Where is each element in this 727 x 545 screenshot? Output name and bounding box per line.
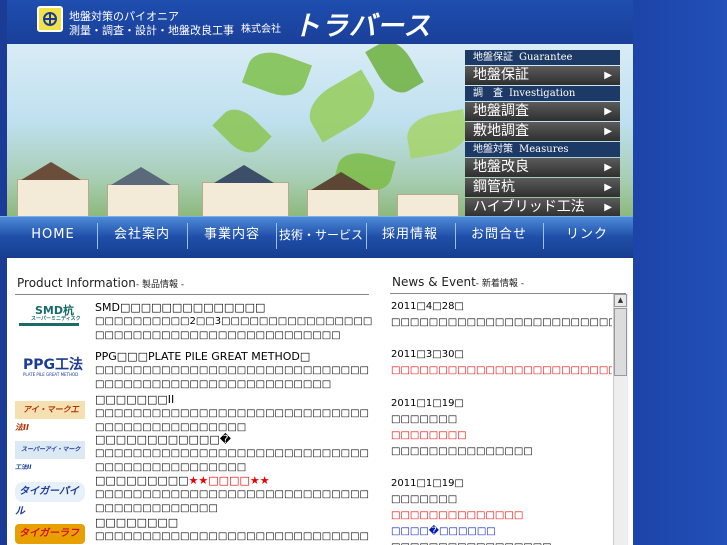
product-title[interactable]: SMD□□□□□□□□□□□□□□ bbox=[95, 301, 265, 314]
side-menu: 地盤保証 Guarantee 地盤保証 ▶ 調 査 Investigation 地盤調… bbox=[465, 50, 620, 217]
product-desc: □□□□□□□□□□□□□□□□□□□□□□□□□□□□□□□□□□□□□□□□… bbox=[95, 408, 369, 433]
tiger-raft-logo[interactable]: タイガーラフト bbox=[15, 524, 85, 544]
news-title[interactable]: □□□□□□□□□□□□□□□ bbox=[391, 446, 533, 457]
page: 地盤対策のパイオニア 測量・調査・設計・地盤改良工事 株式会社 トラバース 地盤… bbox=[0, 0, 727, 545]
product-divider bbox=[15, 294, 369, 295]
global-nav: HOME 会社案内 事業内容 技術・サービス 採用情報 お問合せ リンク bbox=[0, 216, 633, 257]
product-desc: □□□□□□□□□□□□□□□□□□□□□□□□□□□□□□□□□□□□□□□□… bbox=[95, 489, 369, 514]
news-title[interactable]: □□□□□□□□ bbox=[391, 430, 467, 441]
i-mark-method-logo[interactable]: アイ・マーク工法II bbox=[15, 401, 85, 432]
news-title[interactable]: □□□□�□□□□□□ bbox=[391, 526, 496, 537]
news-date: 2011□4□28□ bbox=[391, 301, 464, 312]
nav-technology[interactable]: 技術・サービス bbox=[278, 217, 364, 255]
menu-item-ground-improvement[interactable]: 地盤改良 ▶ bbox=[465, 158, 620, 177]
section-investigation: 調 査 Investigation bbox=[465, 86, 620, 101]
news-date: 2011□1□19□ bbox=[391, 398, 464, 409]
menu-item-steel-pipe-pile[interactable]: 鋼管杭 ▶ bbox=[465, 178, 620, 197]
arrow-right-icon: ▶ bbox=[604, 202, 612, 213]
corp-label: 株式会社 bbox=[241, 24, 281, 35]
product-desc: □□□□□□□□□□□□□□□□□□□□□□□□□□□□□□□□□□□□□□□□… bbox=[95, 365, 369, 390]
nav-divider bbox=[543, 223, 544, 249]
arrow-right-icon: ▶ bbox=[604, 182, 612, 193]
product-title[interactable]: □□□□□□□II bbox=[95, 393, 174, 406]
nav-recruit[interactable]: 採用情報 bbox=[368, 217, 452, 255]
super-i-mark-method-logo[interactable]: スーパーアイ・マーク工法II bbox=[15, 441, 85, 471]
tiger-pile-logo[interactable]: タイガーパイル bbox=[15, 482, 85, 517]
scroll-thumb[interactable] bbox=[614, 308, 627, 376]
nav-contact[interactable]: お問合せ bbox=[457, 217, 541, 255]
product-heading: Product Information- 製品情報 - bbox=[17, 276, 185, 290]
menu-item-site-survey[interactable]: 敷地調査 ▶ bbox=[465, 122, 620, 141]
nav-divider bbox=[187, 223, 188, 249]
nav-divider bbox=[97, 223, 98, 249]
nav-divider bbox=[366, 223, 367, 249]
product-title[interactable]: □□□□□□□□□★★□□□□★★ bbox=[95, 474, 270, 487]
menu-item-hybrid-method[interactable]: ハイブリッド工法 ▶ bbox=[465, 198, 620, 217]
arrow-right-icon: ▶ bbox=[604, 106, 612, 117]
product-title[interactable]: □□□□□□□□ bbox=[95, 516, 178, 529]
product-desc: □□□□□□□□□□2□□3□□□□□□□□□□□□□□□□□□□□□□□□□□… bbox=[95, 316, 373, 341]
brand-name[interactable]: トラバース bbox=[293, 4, 431, 43]
nav-links[interactable]: リンク bbox=[545, 217, 629, 255]
news-scrollbar[interactable]: ▲ bbox=[613, 294, 628, 545]
news-list[interactable]: 2011□4□28□ □□□□□□□□□□□□□□□□□□□□□□□□□□□□□… bbox=[390, 294, 612, 545]
news-title[interactable]: □□□□□□□□□□□□□□ bbox=[391, 510, 523, 521]
menu-item-ground-survey[interactable]: 地盤調査 ▶ bbox=[465, 102, 620, 121]
nav-company[interactable]: 会社案内 bbox=[100, 217, 184, 255]
news-date: 2011□1□19□ bbox=[391, 478, 464, 489]
section-guarantee: 地盤保証 Guarantee bbox=[465, 50, 620, 65]
main-content: Product Information- 製品情報 - SMD杭 スーパーミニデ… bbox=[7, 258, 633, 545]
news-heading: News & Event- 新着情報 - bbox=[392, 275, 525, 289]
product-desc: □□□□□□□□□□□□□□□□□□□□□□□□□□□□□□□□□□□□□ bbox=[95, 531, 369, 542]
product-title[interactable]: □□□□□□□□□□□□� bbox=[95, 433, 231, 446]
scroll-up-icon[interactable]: ▲ bbox=[614, 294, 627, 307]
tagline-line2: 測量・調査・設計・地盤改良工事 bbox=[69, 24, 234, 37]
arrow-right-icon: ▶ bbox=[604, 162, 612, 173]
news-date: 2011□3□30□ bbox=[391, 349, 464, 360]
smd-pile-logo[interactable]: SMD杭 スーパーミニディスク bbox=[15, 301, 85, 331]
nav-divider bbox=[455, 223, 456, 249]
arrow-right-icon: ▶ bbox=[604, 126, 612, 137]
nav-divider bbox=[276, 223, 277, 249]
product-desc: □□□□□□□□□□□□□□□□□□□□□□□□□□□□□□□□□□□□□□□□… bbox=[95, 448, 369, 473]
nav-home[interactable]: HOME bbox=[14, 217, 92, 255]
site-header: 地盤対策のパイオニア 測量・調査・設計・地盤改良工事 株式会社 トラバース bbox=[7, 0, 633, 44]
arrow-right-icon: ▶ bbox=[604, 70, 612, 81]
section-measures: 地盤対策 Measures bbox=[465, 142, 620, 157]
product-title-highlight: ★★□□□□★★ bbox=[188, 474, 270, 487]
company-logo-icon[interactable] bbox=[37, 6, 63, 32]
ppg-method-logo[interactable]: PPG工法 PLATE PILE GREAT METHOD bbox=[15, 350, 85, 380]
menu-item-guarantee[interactable]: 地盤保証 ▶ bbox=[465, 66, 620, 85]
news-title[interactable]: □□□□□□□ bbox=[391, 494, 457, 505]
product-title[interactable]: PPG□□□PLATE PILE GREAT METHOD□ bbox=[95, 350, 310, 363]
nav-business[interactable]: 事業内容 bbox=[190, 217, 274, 255]
news-title[interactable]: □□□□□□□□□□□□□□□□□□□□□□□□□□□□□□□□ bbox=[391, 317, 612, 328]
news-title[interactable]: □□□□□□□□□□□□□□□□□□□□□□□□□□□□□□□□□ bbox=[391, 365, 612, 376]
news-title[interactable]: □□□□□□□ bbox=[391, 414, 457, 425]
right-background bbox=[633, 0, 727, 545]
